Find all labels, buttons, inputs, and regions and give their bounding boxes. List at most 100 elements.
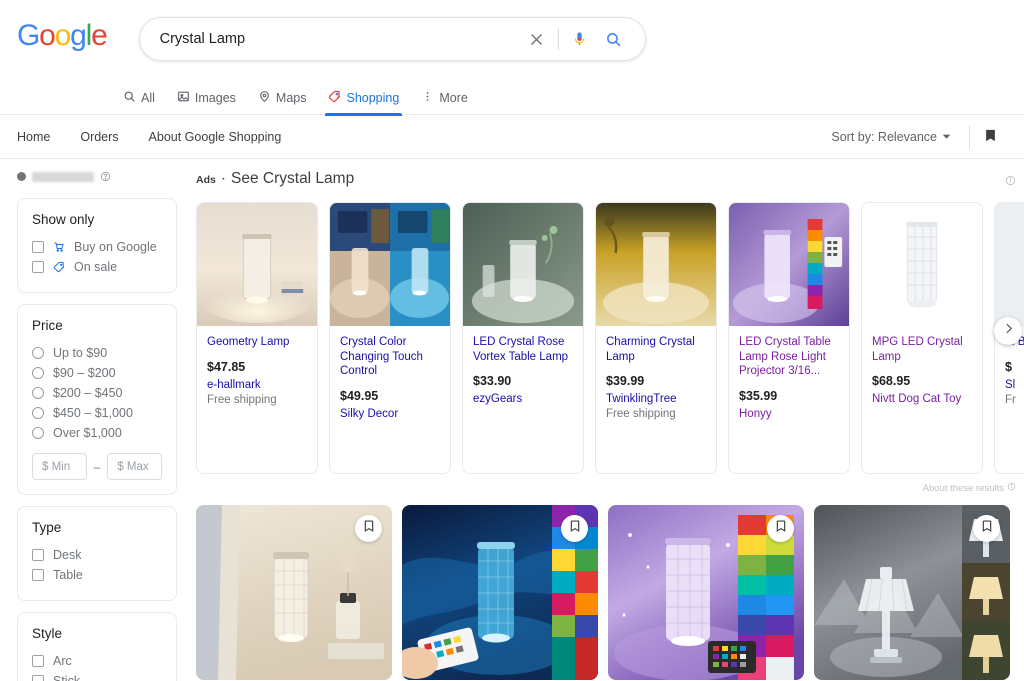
filter-option-label: Desk	[53, 548, 82, 562]
filter-title: Price	[32, 318, 63, 333]
logo-letter: e	[91, 19, 108, 52]
bookmark-button[interactable]	[767, 515, 794, 542]
product-merchant[interactable]: Sl	[1005, 379, 1024, 391]
product-price: $39.99	[606, 374, 645, 388]
price-min-input[interactable]: $ Min	[32, 453, 87, 480]
bookmark-button[interactable]	[355, 515, 382, 542]
clear-search-button[interactable]	[520, 22, 554, 56]
about-results-label: About these results	[922, 482, 1004, 494]
checkbox[interactable]	[32, 675, 44, 681]
tab-label: Shopping	[346, 91, 400, 105]
product-card[interactable]: Crystal Color Changing Touch Control $49…	[329, 202, 451, 474]
product-merchant[interactable]: Honyy	[739, 408, 839, 420]
radio-button[interactable]	[32, 427, 44, 439]
subnav-item-orders[interactable]: Orders	[80, 130, 118, 144]
radio-button[interactable]	[32, 347, 44, 359]
checkbox[interactable]	[32, 655, 44, 667]
filter-option-style-arc[interactable]: Arc	[32, 652, 162, 670]
product-title[interactable]: LED Crystal Rose Vortex Table Lamp	[473, 335, 573, 364]
product-merchant[interactable]: Nivtt Dog Cat Toy	[872, 393, 972, 405]
google-logo[interactable]: Google	[17, 19, 108, 52]
product-title[interactable]: Crystal Color Changing Touch Control	[340, 335, 440, 379]
checkbox[interactable]	[32, 261, 44, 273]
image-result-cell[interactable]	[814, 505, 1010, 680]
status-dot	[17, 172, 26, 181]
saved-items-button[interactable]	[970, 117, 1010, 157]
product-title[interactable]: Geometry Lamp	[207, 335, 307, 350]
page-body: Show only Buy on Google On sale Price Up…	[0, 159, 1024, 681]
subnav-item-about[interactable]: About Google Shopping	[149, 130, 282, 144]
product-merchant[interactable]: e-hallmark	[207, 379, 307, 391]
tab-maps[interactable]: Maps	[258, 84, 306, 114]
ads-heading: Ads · See Crystal Lamp	[196, 170, 1024, 188]
tab-shopping[interactable]: Shopping	[325, 84, 403, 116]
radio-button[interactable]	[32, 367, 44, 379]
tab-more[interactable]: More	[421, 84, 468, 114]
image-result-cell[interactable]	[608, 505, 804, 680]
redacted-text	[32, 171, 94, 182]
sort-by-label: Sort by: Relevance	[831, 129, 937, 144]
product-title[interactable]: LED Crystal Table Lamp Rose Light Projec…	[739, 335, 839, 379]
image-result-cell[interactable]	[402, 505, 598, 680]
filter-option-on-sale[interactable]: On sale	[32, 258, 162, 276]
product-merchant[interactable]: ezyGears	[473, 393, 573, 405]
image-result-cell[interactable]	[196, 505, 392, 680]
radio-button[interactable]	[32, 387, 44, 399]
about-these-results[interactable]: About these results	[196, 482, 1024, 494]
filter-option-type-table[interactable]: Table	[32, 566, 162, 584]
bookmark-icon	[568, 519, 582, 538]
filter-option-price-2[interactable]: $200 – $450	[32, 384, 162, 402]
product-title[interactable]: MPG LED Crystal Lamp	[872, 335, 972, 364]
search-input[interactable]	[159, 31, 520, 47]
checkbox[interactable]	[32, 241, 44, 253]
product-merchant[interactable]: TwinklingTree	[606, 393, 706, 405]
radio-button[interactable]	[32, 407, 44, 419]
filter-option-label: $90 – $200	[53, 366, 116, 380]
tab-label: All	[141, 91, 155, 105]
product-carousel[interactable]: Geometry Lamp $47.85 e-hallmark Free shi…	[196, 202, 1024, 474]
product-card[interactable]: LED Crystal Rose Vortex Table Lamp $33.9…	[462, 202, 584, 474]
product-card[interactable]: MPG LED Crystal Lamp $68.95 Nivtt Dog Ca…	[861, 202, 983, 474]
sort-by-dropdown[interactable]: Sort by: Relevance	[831, 130, 969, 144]
filter-option-price-0[interactable]: Up to $90	[32, 344, 162, 362]
product-merchant[interactable]: Silky Decor	[340, 408, 440, 420]
product-card[interactable]: Charming Crystal Lamp $39.99 TwinklingTr…	[595, 202, 717, 474]
filter-option-label: Buy on Google	[74, 240, 157, 254]
filter-card-show-only: Show only Buy on Google On sale	[17, 198, 177, 293]
product-image	[729, 203, 849, 326]
help-circle-icon[interactable]	[100, 171, 111, 182]
price-tag-icon	[328, 90, 342, 106]
map-pin-icon	[258, 90, 271, 106]
tab-all[interactable]: All	[123, 84, 155, 114]
filter-option-price-1[interactable]: $90 – $200	[32, 364, 162, 382]
filter-option-label: $450 – $1,000	[53, 406, 133, 420]
tab-label: Images	[194, 91, 236, 105]
image-results-grid	[196, 505, 1024, 680]
product-shipping: Fr	[1005, 393, 1016, 406]
product-details: Geometry Lamp $47.85 e-hallmark Free shi…	[197, 326, 317, 406]
carousel-next-button[interactable]	[994, 317, 1022, 345]
tab-images[interactable]: Images	[177, 84, 236, 114]
filter-option-price-4[interactable]: Over $1,000	[32, 424, 162, 442]
filter-option-type-desk[interactable]: Desk	[32, 546, 162, 564]
filter-option-label: Arc	[53, 654, 72, 668]
product-card[interactable]: Geometry Lamp $47.85 e-hallmark Free shi…	[196, 202, 318, 474]
bookmark-button[interactable]	[973, 515, 1000, 542]
product-title[interactable]: Charming Crystal Lamp	[606, 335, 706, 364]
product-details: LED Crystal Table Lamp Rose Light Projec…	[729, 326, 849, 420]
search-submit-button[interactable]	[597, 22, 631, 56]
filter-option-price-3[interactable]: $450 – $1,000	[32, 404, 162, 422]
info-icon[interactable]	[1005, 173, 1016, 191]
search-bar[interactable]	[138, 17, 646, 61]
voice-search-button[interactable]	[563, 22, 597, 56]
product-price: $33.90	[473, 374, 512, 388]
filter-option-buy-on-google[interactable]: Buy on Google	[32, 238, 162, 256]
bookmark-icon	[980, 519, 994, 538]
filter-option-style-stick[interactable]: Stick	[32, 672, 162, 681]
subnav-item-home[interactable]: Home	[17, 130, 50, 144]
bookmark-button[interactable]	[561, 515, 588, 542]
price-max-input[interactable]: $ Max	[107, 453, 162, 480]
checkbox[interactable]	[32, 549, 44, 561]
checkbox[interactable]	[32, 569, 44, 581]
product-card[interactable]: LED Crystal Table Lamp Rose Light Projec…	[728, 202, 850, 474]
